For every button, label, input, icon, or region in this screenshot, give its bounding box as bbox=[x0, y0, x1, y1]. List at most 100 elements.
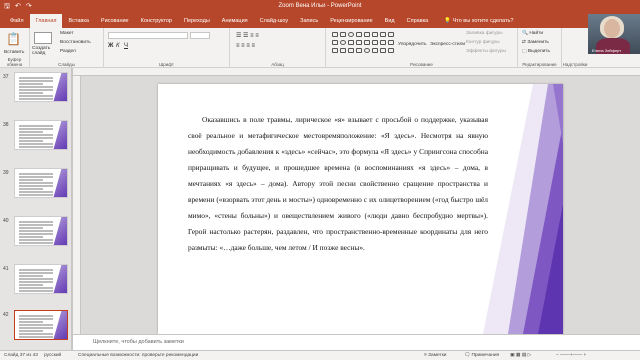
font-size-select[interactable] bbox=[190, 32, 210, 39]
slide-thumbnails-pane: 37 38 39 40 41 42 bbox=[0, 68, 72, 350]
status-bar: Слайд 37 из 43 русский Специальные возмо… bbox=[0, 350, 640, 360]
thumbnail-text-line bbox=[19, 131, 43, 133]
webcam-name: Елена Зейферт bbox=[592, 48, 622, 53]
thumbnail-text-line bbox=[19, 176, 53, 178]
drawing-group: Упорядочить Экспресс-стили Заливка фигур… bbox=[326, 28, 518, 68]
thumbnail-text-line bbox=[19, 287, 53, 289]
thumbnail-text-line bbox=[19, 182, 53, 184]
underline-button[interactable]: Ч bbox=[124, 43, 128, 49]
ribbon-tabs: Файл Главная Вставка Рисование Конструктор Пе… bbox=[0, 14, 640, 28]
slide-thumbnail[interactable] bbox=[14, 72, 68, 102]
new-slide-icon[interactable] bbox=[34, 32, 52, 44]
replace-button[interactable]: ⇄ Заменить bbox=[522, 40, 549, 45]
shape-outline-button[interactable]: Контур фигуры bbox=[466, 40, 500, 45]
tab-5[interactable]: Переходы bbox=[178, 14, 216, 28]
thumbnail-number: 39 bbox=[3, 170, 9, 176]
thumbnail-text-line bbox=[19, 98, 53, 100]
tab-2[interactable]: Вставка bbox=[62, 14, 94, 28]
thumbnail-text-line bbox=[19, 236, 43, 238]
thumbnail-text-line bbox=[19, 327, 53, 329]
shape-effects-button[interactable]: Эффекты фигуры bbox=[466, 49, 506, 54]
shapes-gallery[interactable] bbox=[332, 32, 395, 55]
thumbnail-text-line bbox=[19, 324, 53, 326]
tab-6[interactable]: Анимация bbox=[216, 14, 254, 28]
thumbnail-text-line bbox=[19, 146, 53, 148]
thumbnail-text-line bbox=[19, 333, 53, 335]
thumbnail-text-line bbox=[19, 224, 53, 226]
window-title: Zoom Вена Ильи - PowerPoint bbox=[278, 3, 362, 9]
italic-button[interactable]: К bbox=[116, 43, 120, 49]
thumbnail-text-line bbox=[19, 278, 53, 280]
current-slide[interactable]: Оказавшись в поле травмы, лирическое «я»… bbox=[158, 84, 563, 334]
tab-10[interactable]: Вид bbox=[379, 14, 401, 28]
tab-1[interactable]: Главная bbox=[29, 14, 63, 28]
tab-7[interactable]: Слайд-шоу bbox=[254, 14, 295, 28]
clipboard-group: 📋 Вставить Буфер обмена bbox=[0, 28, 30, 68]
ribbon: 📋 Вставить Буфер обмена Создать слайд Ма… bbox=[0, 28, 640, 68]
shape-fill-button[interactable]: Заливка фигуры bbox=[466, 31, 503, 36]
align-icons[interactable]: ≡ ≡ ≡ ≡ bbox=[236, 43, 255, 49]
view-buttons[interactable]: ▣ ▦ ▤ ▷ bbox=[510, 353, 531, 358]
thumbnail-text-line bbox=[19, 179, 43, 181]
thumbnail-decoration bbox=[53, 217, 67, 245]
thumbnail-number: 38 bbox=[3, 122, 9, 128]
thumbnail-decoration bbox=[53, 121, 67, 149]
thumbnail-text-line bbox=[19, 89, 53, 91]
slides-label: Слайды bbox=[58, 62, 75, 67]
thumbnail-text-line bbox=[19, 233, 53, 235]
drawing-label: Рисование bbox=[410, 62, 433, 67]
slide-thumbnail[interactable] bbox=[14, 310, 68, 340]
thumbnail-text-line bbox=[19, 83, 43, 85]
quick-styles-button[interactable]: Экспресс-стили bbox=[430, 42, 465, 47]
language-indicator[interactable]: русский bbox=[44, 353, 61, 358]
comments-button[interactable]: 🗨 Примечания bbox=[464, 353, 499, 358]
find-button[interactable]: 🔍 Найти bbox=[522, 31, 543, 36]
new-slide-button[interactable]: Создать слайд bbox=[32, 46, 56, 56]
slide-thumbnail[interactable] bbox=[14, 120, 68, 150]
tab-4[interactable]: Конструктор bbox=[135, 14, 178, 28]
tab-0[interactable]: Файл bbox=[4, 14, 30, 28]
select-button[interactable]: ⬚ Выделить bbox=[522, 49, 550, 54]
tab-3[interactable]: Рисование bbox=[95, 14, 135, 28]
bullets-icon[interactable]: ☰ ☰ ≡ ≡ bbox=[236, 32, 259, 39]
thumbnail-text-line bbox=[19, 86, 53, 88]
thumbnail-text-line bbox=[19, 269, 53, 271]
slide-thumbnail[interactable] bbox=[14, 264, 68, 294]
thumbnail-text-line bbox=[19, 281, 53, 283]
accessibility-status[interactable]: Специальные возможности: проверьте реком… bbox=[78, 353, 198, 358]
thumbnail-text-line bbox=[19, 128, 53, 130]
thumbnail-text-line bbox=[19, 239, 53, 241]
tab-11[interactable]: Справка bbox=[401, 14, 435, 28]
paste-button[interactable]: Вставить bbox=[4, 50, 24, 55]
thumbnail-text-line bbox=[19, 137, 53, 139]
zoom-slider[interactable]: − ——+—— + bbox=[556, 353, 586, 358]
tab-9[interactable]: Рецензирование bbox=[324, 14, 378, 28]
thumbnail-text-line bbox=[19, 125, 53, 127]
thumbnail-decoration bbox=[53, 73, 67, 101]
reset-button[interactable]: Восстановить bbox=[60, 40, 91, 45]
paste-icon[interactable]: 📋 bbox=[6, 32, 21, 46]
tell-me-box[interactable]: 💡 Что вы хотите сделать? bbox=[444, 18, 513, 24]
layout-button[interactable]: Макет bbox=[60, 31, 74, 36]
notes-button[interactable]: ≡ Заметки bbox=[424, 353, 447, 358]
thumbnail-text-line bbox=[19, 92, 43, 94]
arrange-button[interactable]: Упорядочить bbox=[398, 42, 427, 47]
font-name-select[interactable] bbox=[108, 32, 188, 39]
font-label: Шрифт bbox=[159, 62, 174, 67]
tab-8[interactable]: Запись bbox=[294, 14, 324, 28]
thumbnail-decoration bbox=[53, 311, 67, 339]
thumbnail-text-line bbox=[19, 330, 43, 332]
thumbnail-text-line bbox=[19, 336, 53, 338]
slide-body-text[interactable]: Оказавшись в поле травмы, лирическое «я»… bbox=[188, 112, 488, 256]
font-group: Ж К Ч Шрифт bbox=[104, 28, 230, 68]
paragraph-group: ☰ ☰ ≡ ≡ ≡ ≡ ≡ ≡ Абзац bbox=[230, 28, 326, 68]
slide-thumbnail[interactable] bbox=[14, 168, 68, 198]
notes-pane[interactable]: Щелкните, чтобы добавить заметки bbox=[73, 334, 640, 350]
thumbnail-decoration bbox=[53, 169, 67, 197]
editing-group: 🔍 Найти ⇄ Заменить ⬚ Выделить Редактиров… bbox=[518, 28, 562, 68]
bold-button[interactable]: Ж bbox=[108, 43, 113, 49]
thumbnail-text-line bbox=[19, 77, 53, 79]
thumbnail-text-line bbox=[19, 284, 43, 286]
section-button[interactable]: Раздел bbox=[60, 49, 76, 54]
slide-thumbnail[interactable] bbox=[14, 216, 68, 246]
